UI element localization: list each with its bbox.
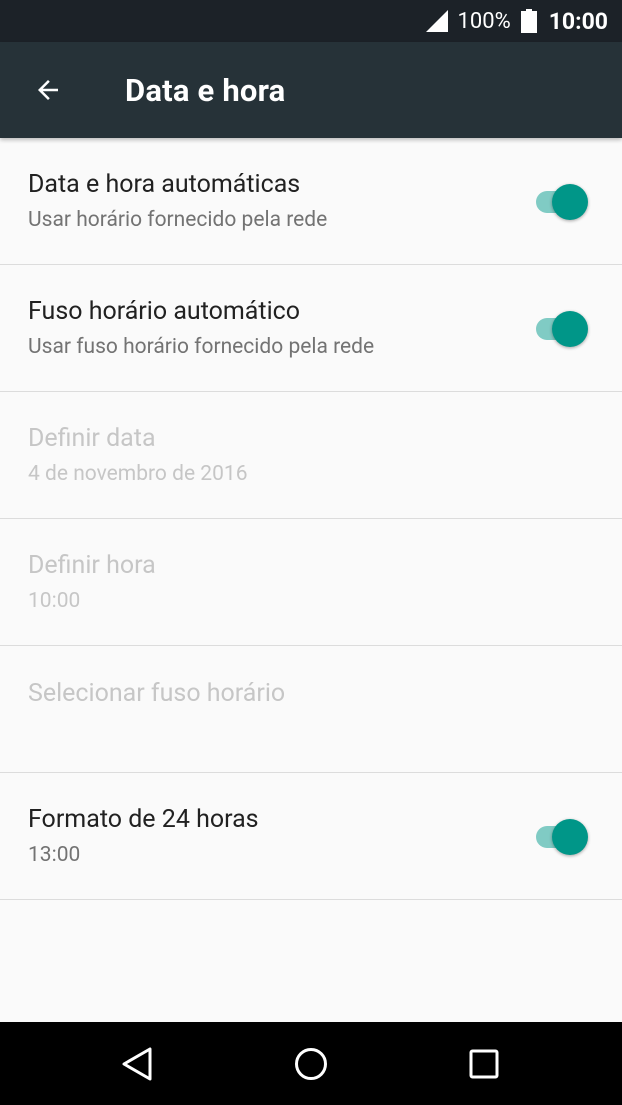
app-bar: Data e hora [0, 42, 622, 138]
arrow-back-icon [38, 80, 58, 100]
nav-back-button[interactable] [107, 1034, 167, 1094]
page-title: Data e hora [125, 71, 286, 109]
setting-subtitle: Usar fuso horário fornecido pela rede [28, 335, 375, 359]
switch-thumb [552, 819, 588, 855]
signal-icon [425, 10, 448, 32]
setting-title: Fuso horário automático [28, 297, 301, 326]
setting-auto-time-zone[interactable]: Fuso horário automático Usar fuso horári… [0, 265, 622, 392]
setting-select-time-zone: Selecionar fuso horário [0, 646, 622, 773]
battery-percent: 100% [457, 8, 511, 34]
switch-thumb [552, 311, 588, 347]
nav-recents-button[interactable] [454, 1034, 514, 1094]
setting-set-date: Definir data 4 de novembro de 2016 [0, 392, 622, 519]
setting-title: Formato de 24 horas [28, 805, 259, 834]
setting-title: Selecionar fuso horário [28, 679, 286, 708]
nav-recents-icon [469, 1049, 499, 1078]
settings-list: Data e hora automáticas Usar horário for… [0, 138, 622, 900]
24-hour-format-switch[interactable] [534, 819, 588, 855]
setting-auto-date-time[interactable]: Data e hora automáticas Usar horário for… [0, 138, 622, 265]
setting-subtitle: 4 de novembro de 2016 [28, 462, 248, 486]
nav-back-icon [122, 1047, 152, 1080]
nav-home-button[interactable] [281, 1034, 341, 1094]
back-button[interactable] [0, 42, 96, 138]
setting-subtitle: 10:00 [28, 589, 81, 613]
setting-24-hour-format[interactable]: Formato de 24 horas 13:00 [0, 773, 622, 900]
battery-icon [520, 9, 537, 33]
setting-set-time: Definir hora 10:00 [0, 519, 622, 646]
status-clock: 10:00 [548, 7, 608, 35]
setting-subtitle: Usar horário fornecido pela rede [28, 208, 328, 232]
setting-title: Data e hora automáticas [28, 170, 301, 199]
setting-subtitle: 13:00 [28, 843, 81, 867]
auto-date-time-switch[interactable] [534, 184, 588, 220]
nav-home-icon [294, 1047, 327, 1080]
auto-time-zone-switch[interactable] [534, 311, 588, 347]
status-bar: 100% 10:00 [0, 0, 622, 42]
setting-title: Definir hora [28, 551, 156, 580]
switch-thumb [552, 184, 588, 220]
setting-title: Definir data [28, 424, 156, 453]
navigation-bar [0, 1022, 622, 1105]
